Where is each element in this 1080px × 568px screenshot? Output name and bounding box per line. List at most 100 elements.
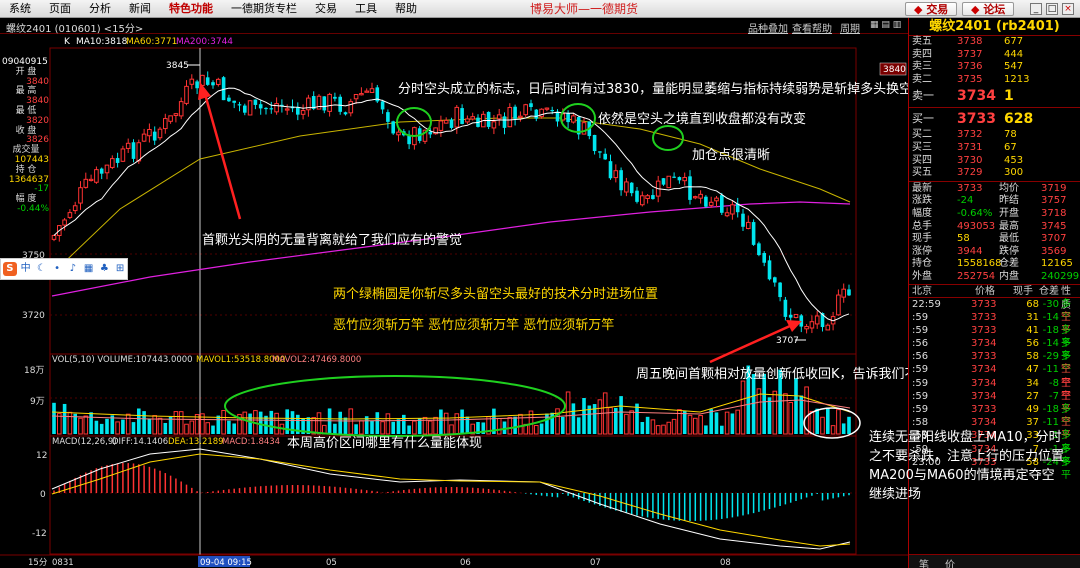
- menu-trade[interactable]: 交易: [306, 0, 346, 18]
- candle-body: [189, 78, 195, 85]
- volume-bar: [316, 412, 322, 435]
- candle-body: [152, 131, 157, 141]
- overlay-link[interactable]: 品种叠加: [748, 20, 788, 35]
- time-label-0831: 0831: [52, 558, 74, 568]
- menu-analysis[interactable]: 分析: [80, 0, 120, 18]
- stat-cell: 最低: [999, 233, 1019, 245]
- stat-row: 外盘 252754 内盘 240299: [909, 271, 1080, 284]
- volume-bar: [78, 417, 83, 435]
- tick-p: 3733: [971, 404, 997, 415]
- stat-cell: 3745: [1041, 220, 1067, 232]
- tick-p: 3734: [971, 338, 997, 350]
- minimize-icon[interactable]: _: [1030, 3, 1042, 15]
- tick-o: -8: [1049, 377, 1059, 389]
- period-link[interactable]: 周期: [840, 20, 860, 35]
- candle-body: [661, 178, 666, 185]
- maximize-icon[interactable]: □: [1046, 3, 1058, 15]
- volume-bar: [826, 408, 830, 434]
- tick-header-oi: 仓差: [1039, 285, 1059, 297]
- stat-cell: -24: [957, 195, 974, 207]
- menu-help[interactable]: 帮助: [386, 0, 426, 18]
- volume-bar: [571, 403, 576, 434]
- tick-row: :59 3734 47 -11 空平: [909, 363, 1080, 388]
- menu-column[interactable]: 一德期货专栏: [222, 0, 306, 18]
- candle-body: [704, 196, 708, 207]
- menu-tools[interactable]: 工具: [346, 0, 386, 18]
- stat-cell: 3718: [1041, 207, 1067, 219]
- chinese-input-icon[interactable]: 中: [19, 262, 33, 276]
- candle-body: [78, 187, 83, 204]
- candle-body: [809, 321, 815, 329]
- candle-body: [645, 195, 650, 199]
- tick-o: -18: [1042, 404, 1059, 415]
- forum-button[interactable]: ◆ 论坛: [962, 2, 1015, 16]
- macd-value-label: MACD:1.8434: [222, 437, 280, 447]
- candle-body: [359, 93, 364, 96]
- current-price-tag: 3840: [883, 65, 906, 75]
- menu-page[interactable]: 页面: [40, 0, 80, 18]
- mic-icon[interactable]: ♪: [66, 262, 80, 276]
- candle-body: [348, 101, 354, 114]
- tick-row: :56 3734 56 -14 多平: [909, 337, 1080, 362]
- app-logo-icon[interactable]: S: [3, 262, 17, 276]
- keyboard-icon[interactable]: ▦: [82, 262, 96, 276]
- help-link[interactable]: 查看帮助: [792, 20, 832, 35]
- tick-v: 34: [1026, 377, 1039, 389]
- dea-label: DEA:13.2189: [168, 437, 224, 447]
- stat-cell: 仓差: [999, 258, 1019, 270]
- candle-body: [178, 101, 184, 117]
- tick-o: -14: [1042, 338, 1059, 350]
- annotation-closing-1: 连续无量阳线收盘上MA10，分时: [869, 430, 1062, 445]
- ma200-label: MA200:3744: [176, 37, 233, 47]
- ask-volume: 1: [1004, 88, 1014, 105]
- volume-bar: [836, 409, 841, 435]
- dot-icon[interactable]: •: [50, 262, 64, 276]
- grid-icon[interactable]: ⊞: [113, 262, 127, 276]
- volume-bar: [847, 416, 851, 434]
- candle-body: [216, 78, 221, 85]
- volume-bar: [788, 402, 794, 435]
- menu-bar: 系统 页面 分析 新闻 特色功能 一德期货专栏 交易 工具 帮助 博易大师—一德…: [0, 0, 1080, 18]
- candle-body: [110, 158, 115, 168]
- tick-t: :59: [912, 377, 929, 389]
- candle-body: [629, 182, 634, 194]
- trade-button[interactable]: ◆ 交易: [905, 2, 958, 16]
- tick-row: :59 3733 49 -18 多平: [909, 403, 1080, 428]
- ask-label: 卖二: [912, 73, 932, 85]
- stat-cell: 3719: [1041, 182, 1067, 194]
- footer-tab-ticks[interactable]: 笔: [919, 556, 929, 568]
- tick-t: :59: [912, 364, 929, 376]
- candle-body: [836, 294, 841, 316]
- candle-body: [438, 120, 444, 131]
- quote-title: 螺纹2401 (rb2401): [909, 18, 1080, 36]
- candle-body: [788, 314, 793, 318]
- bid-row: 买一 3733 628: [909, 109, 1080, 129]
- candle-body: [163, 118, 168, 130]
- candle-body: [640, 195, 645, 206]
- moon-icon[interactable]: ☾: [35, 262, 49, 276]
- candle-body: [391, 121, 395, 134]
- candle-body: [269, 108, 274, 110]
- menu-system[interactable]: 系统: [0, 0, 40, 18]
- volume-bar: [147, 418, 152, 434]
- menu-features[interactable]: 特色功能: [160, 0, 222, 18]
- shirt-icon[interactable]: ♣: [98, 262, 112, 276]
- ask-price: 3738: [957, 36, 983, 47]
- volume-bar: [645, 416, 650, 434]
- period-icons[interactable]: ▦ ▤ ▥: [870, 20, 901, 30]
- volume-bar: [841, 423, 846, 434]
- stat-row: 涨停 3944 跌停 3569: [909, 246, 1080, 259]
- tick-t: :56: [912, 338, 929, 350]
- stat-cell: 240299: [1041, 270, 1080, 282]
- candle-body: [773, 277, 777, 283]
- floating-toolbar[interactable]: S 中 ☾ • ♪ ▦ ♣ ⊞: [0, 258, 128, 280]
- stat-row: 涨跌 -24 昨结 3757: [909, 195, 1080, 208]
- macd-axis-12: 12: [36, 451, 47, 461]
- annotation-two-ellipses: 两个绿椭圆是你斩尽多头留空头最好的技术分时进场位置: [333, 287, 659, 302]
- tick-v: 31: [1026, 311, 1039, 323]
- volume-bar: [338, 411, 342, 434]
- footer-tab-price[interactable]: 价: [945, 556, 955, 568]
- menu-news[interactable]: 新闻: [120, 0, 160, 18]
- volume-bar: [772, 390, 778, 435]
- close-icon[interactable]: ×: [1062, 3, 1074, 15]
